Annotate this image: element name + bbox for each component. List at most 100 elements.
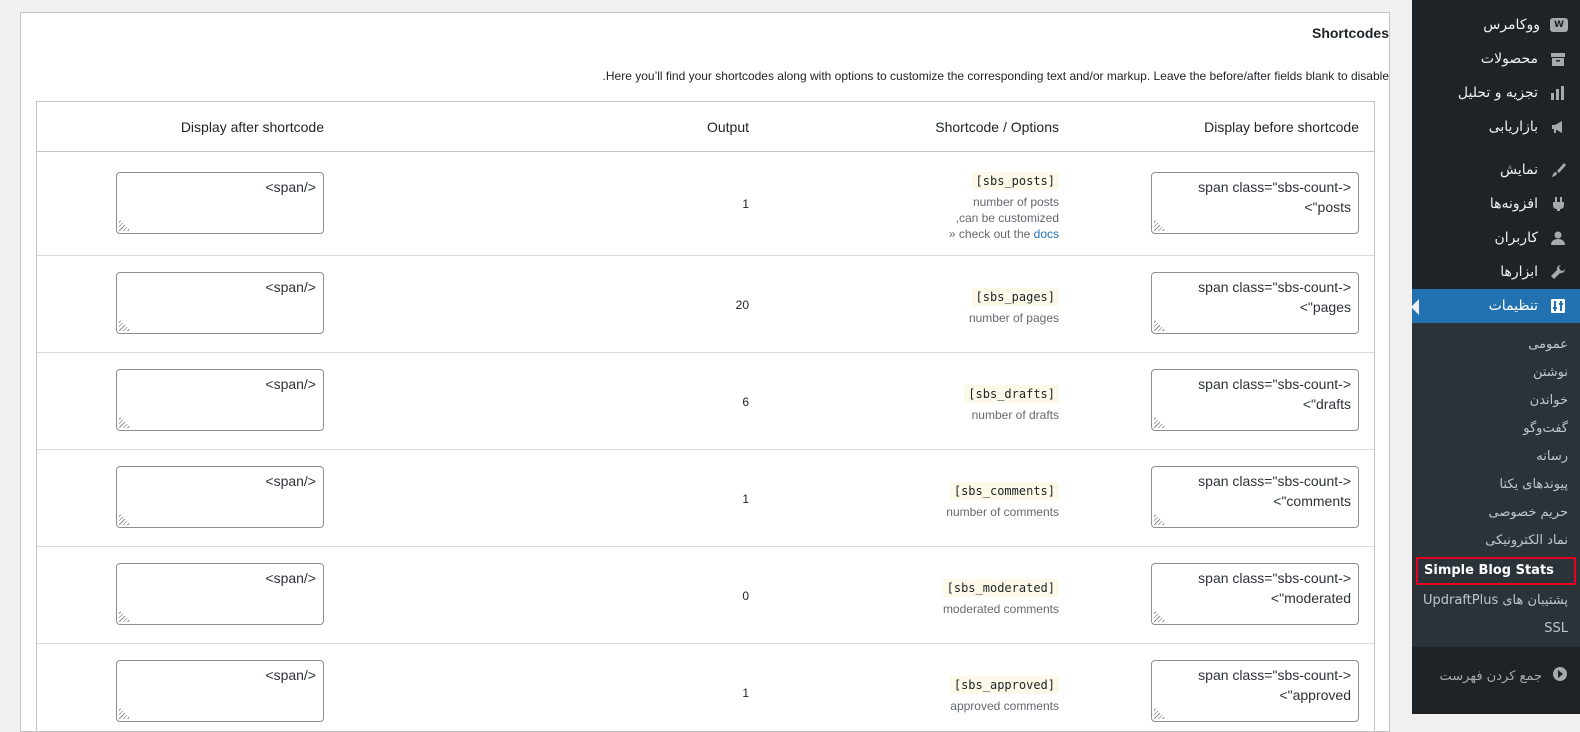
before-textarea[interactable]: <span class="sbs-count-moderated">	[1151, 563, 1359, 625]
submenu-item-media[interactable]: رسانه	[1412, 443, 1580, 471]
submenu-item-simple-blog-stats[interactable]: Simple Blog Stats	[1416, 557, 1576, 585]
resize-handle[interactable]	[1154, 416, 1166, 428]
after-textarea[interactable]: </span>	[116, 466, 324, 528]
output-value: 1	[742, 492, 749, 506]
submenu-item-writing[interactable]: نوشتن	[1412, 359, 1580, 387]
wrench-icon	[1548, 262, 1568, 282]
menu-label: افزونه‌ها	[1489, 196, 1538, 212]
menu-item-products[interactable]: محصولات	[1412, 42, 1580, 76]
docs-link[interactable]: docs	[1034, 227, 1059, 241]
after-textarea[interactable]: </span>	[116, 660, 324, 722]
before-value: <span class="sbs-count-drafts">	[1198, 376, 1351, 412]
shortcode-options: [sbs_pages] number of pages	[969, 286, 1059, 326]
menu-label: تنظیمات	[1488, 298, 1538, 314]
header-after: Display after shortcode	[180, 119, 324, 135]
shortcode-tag: [sbs_drafts]	[964, 385, 1059, 403]
submenu-item-privacy[interactable]: حریم خصوصی	[1412, 499, 1580, 527]
resize-handle[interactable]	[1154, 219, 1166, 231]
menu-label: محصولات	[1480, 51, 1538, 67]
menu-item-woocommerce[interactable]: W ووکامرس	[1412, 8, 1580, 42]
shortcode-options: [sbs_posts] number of posts can be custo…	[949, 170, 1059, 242]
before-textarea[interactable]: <span class="sbs-count-comments">	[1151, 466, 1359, 528]
menu-item-plugins[interactable]: افزونه‌ها	[1412, 187, 1580, 221]
menu-item-settings[interactable]: تنظیمات	[1411, 289, 1580, 323]
resize-handle[interactable]	[119, 319, 131, 331]
table-header: Display before shortcode Shortcode / Opt…	[37, 102, 1374, 152]
submenu-item-permalinks[interactable]: پیوندهای یکتا	[1412, 471, 1580, 499]
shortcode-tag: [sbs_comments]	[949, 482, 1059, 500]
menu-item-users[interactable]: کاربران	[1412, 221, 1580, 255]
shortcodes-table: Display before shortcode Shortcode / Opt…	[36, 101, 1375, 731]
resize-handle[interactable]	[119, 219, 131, 231]
shortcode-desc: moderated comments	[942, 602, 1059, 616]
shortcode-desc: number of posts	[972, 195, 1059, 209]
shortcodes-panel: Shortcodes .Here you’ll find your shortc…	[20, 12, 1390, 732]
plugin-icon	[1548, 194, 1568, 214]
before-value: <span class="sbs-count-approved">	[1198, 667, 1351, 703]
submenu-item-enamad[interactable]: نماد الکترونیکی	[1412, 527, 1580, 555]
resize-handle[interactable]	[119, 707, 131, 719]
before-textarea[interactable]: <span class="sbs-count-drafts">	[1151, 369, 1359, 431]
before-textarea[interactable]: <span class="sbs-count-pages">	[1151, 272, 1359, 334]
resize-handle[interactable]	[119, 416, 131, 428]
shortcode-tag: [sbs_approved]	[949, 676, 1059, 694]
resize-handle[interactable]	[1154, 319, 1166, 331]
menu-label: کاربران	[1494, 230, 1538, 246]
user-icon	[1548, 228, 1568, 248]
submenu-item-discussion[interactable]: گفت‌وگو	[1412, 415, 1580, 443]
admin-sidebar: W ووکامرس محصولات تجزیه و تحلیل بازاریاب…	[1411, 0, 1580, 714]
shortcode-options: [sbs_moderated] moderated comments	[942, 577, 1059, 617]
table-row: <span class="sbs-count-drafts"> [sbs_dra…	[37, 353, 1374, 450]
table-row: <span class="sbs-count-pages"> [sbs_page…	[37, 256, 1374, 353]
menu-label: تجزیه و تحلیل	[1457, 85, 1538, 101]
menu-label: نمایش	[1499, 162, 1538, 178]
after-textarea[interactable]: </span>	[116, 272, 324, 334]
resize-handle[interactable]	[1154, 513, 1166, 525]
collapse-menu-button[interactable]: جمع کردن فهرست	[1412, 659, 1580, 693]
shortcode-note: can be customized,	[955, 211, 1059, 225]
shortcode-desc: number of pages	[968, 311, 1059, 325]
settings-submenu: عمومی نوشتن خواندن گفت‌وگو رسانه پیوندها…	[1412, 323, 1580, 647]
shortcode-options: [sbs_drafts] number of drafts	[964, 383, 1059, 423]
shortcode-tag: [sbs_pages]	[971, 288, 1059, 306]
after-textarea[interactable]: </span>	[116, 369, 324, 431]
table-row: <span class="sbs-count-moderated"> [sbs_…	[37, 547, 1374, 644]
docs-line: » check out the docs	[949, 226, 1059, 242]
submenu-item-reading[interactable]: خواندن	[1412, 387, 1580, 415]
output-value: 0	[742, 589, 749, 603]
submenu-item-general[interactable]: عمومی	[1412, 331, 1580, 359]
shortcode-desc: number of drafts	[971, 408, 1059, 422]
after-value: </span>	[265, 473, 316, 489]
resize-handle[interactable]	[119, 513, 131, 525]
table-row: <span class="sbs-count-posts"> [sbs_post…	[37, 152, 1374, 256]
table-row: <span class="sbs-count-approved"> [sbs_a…	[37, 644, 1374, 731]
output-value: 1	[742, 197, 749, 211]
submenu-item-ssl[interactable]: SSL	[1412, 615, 1580, 643]
brush-icon	[1548, 160, 1568, 180]
before-value: <span class="sbs-count-posts">	[1198, 179, 1351, 215]
menu-item-marketing[interactable]: بازاریابی	[1412, 110, 1580, 144]
menu-item-analytics[interactable]: تجزیه و تحلیل	[1412, 76, 1580, 110]
resize-handle[interactable]	[1154, 707, 1166, 719]
shortcode-desc: approved comments	[950, 699, 1059, 713]
header-shortcode: Shortcode / Options	[935, 119, 1059, 135]
before-textarea[interactable]: <span class="sbs-count-approved">	[1151, 660, 1359, 722]
submenu-item-updraftplus[interactable]: پشتیبان های UpdraftPlus	[1412, 587, 1580, 615]
shortcode-desc: number of comments	[946, 505, 1059, 519]
after-textarea[interactable]: </span>	[116, 172, 324, 234]
collapse-label: جمع کردن فهرست	[1439, 668, 1542, 684]
resize-handle[interactable]	[119, 610, 131, 622]
after-textarea[interactable]: </span>	[116, 563, 324, 625]
woo-icon: W	[1550, 18, 1568, 32]
after-value: </span>	[265, 667, 316, 683]
shortcode-options: [sbs_approved] approved comments	[949, 674, 1059, 714]
resize-handle[interactable]	[1154, 610, 1166, 622]
output-value: 1	[742, 686, 749, 700]
archive-icon	[1548, 49, 1568, 69]
menu-label: ووکامرس	[1483, 17, 1540, 33]
menu-item-tools[interactable]: ابزارها	[1412, 255, 1580, 289]
settings-icon	[1548, 296, 1568, 316]
menu-item-appearance[interactable]: نمایش	[1412, 153, 1580, 187]
docs-prefix: » check out the	[948, 227, 1034, 241]
before-textarea[interactable]: <span class="sbs-count-posts">	[1151, 172, 1359, 234]
